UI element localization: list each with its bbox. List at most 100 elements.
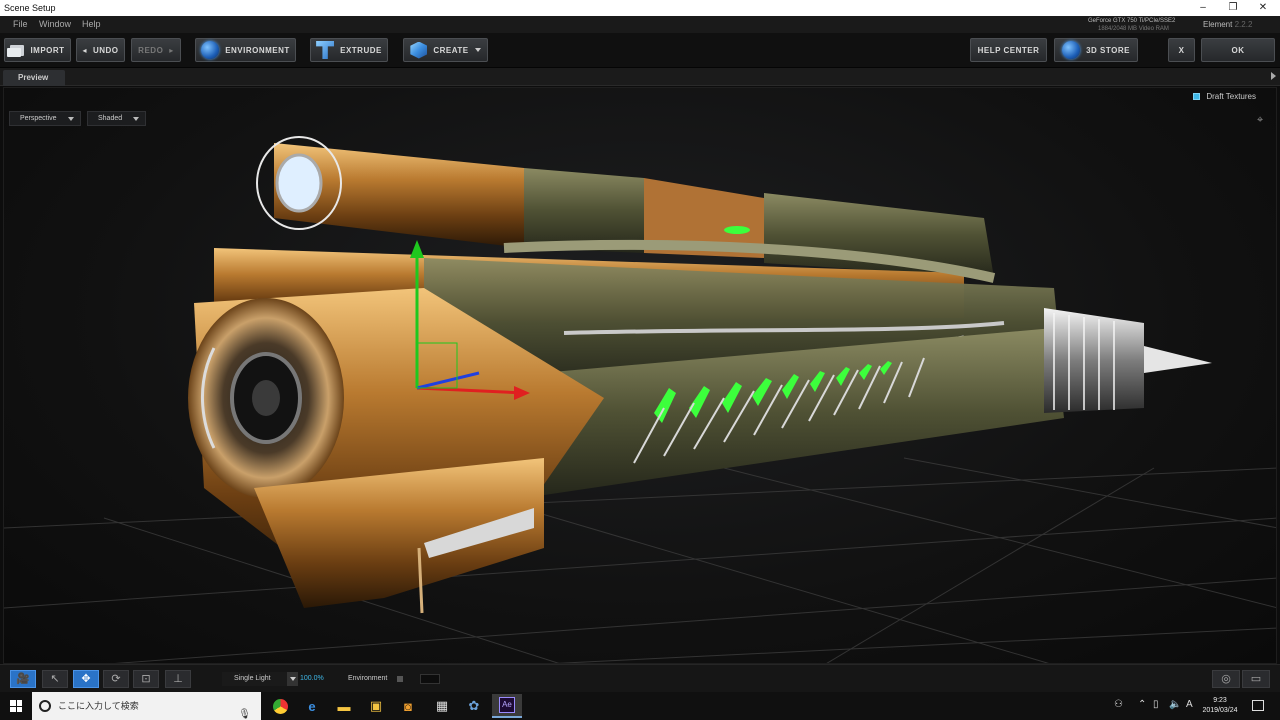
scene-render — [4, 136, 1276, 663]
environment-checkbox[interactable] — [397, 676, 403, 682]
select-tool-icon[interactable]: ↖ — [42, 670, 68, 688]
store-label: 3D STORE — [1086, 45, 1130, 55]
shading-dropdown[interactable]: Shaded — [87, 111, 146, 126]
import-label: IMPORT — [30, 45, 65, 55]
window-titlebar: Scene Setup – ❐ ✕ — [0, 0, 1280, 16]
cortana-icon — [39, 700, 51, 712]
3d-store-button[interactable]: 3D STORE — [1054, 38, 1138, 62]
calculator-icon[interactable]: ▦ — [427, 694, 457, 718]
redo-button[interactable]: REDO ▸ — [131, 38, 181, 62]
extrude-label: EXTRUDE — [340, 45, 382, 55]
after-effects-icon[interactable]: Ae — [492, 694, 522, 718]
draft-textures-label: Draft Textures — [1206, 92, 1256, 101]
chevron-up-icon[interactable]: ⌃ — [1138, 699, 1146, 710]
media-app-icon[interactable]: ✿ — [459, 694, 489, 718]
main-toolbar: IMPORT ◂ UNDO REDO ▸ ENVIRONMENT EXTRUDE… — [0, 33, 1280, 68]
store-icon[interactable]: ▣ — [361, 694, 391, 718]
clock-date: 2019/03/24 — [1202, 707, 1238, 714]
cube-icon — [410, 41, 428, 59]
chevron-down-icon — [133, 117, 139, 121]
gpu-info: GeForce GTX 750 Ti/PCIe/SSE2 1884/2048 M… — [1088, 17, 1175, 33]
camera-dropdown[interactable]: Perspective — [9, 111, 81, 126]
ok-button[interactable]: OK — [1201, 38, 1275, 62]
clock-time: 9:23 — [1213, 697, 1227, 704]
taskbar-clock[interactable]: 9:23 2019/03/24 — [1196, 696, 1244, 716]
rotate-tool-icon[interactable]: ⟳ — [103, 670, 129, 688]
draft-textures-toggle[interactable]: Draft Textures — [1193, 92, 1256, 101]
edge-icon[interactable]: e — [297, 694, 327, 718]
notification-icon[interactable] — [1252, 700, 1264, 711]
shading-value: Shaded — [98, 115, 123, 122]
environment-label: ENVIRONMENT — [225, 45, 290, 55]
ime-indicator[interactable]: A — [1186, 699, 1193, 710]
outlook-icon[interactable]: ◙ — [393, 694, 423, 718]
cancel-button[interactable]: X — [1168, 38, 1195, 62]
create-button[interactable]: CREATE — [403, 38, 488, 62]
globe-icon — [201, 41, 220, 59]
minimize-button[interactable]: – — [1188, 0, 1218, 16]
import-button[interactable]: IMPORT — [4, 38, 71, 62]
undo-arrow-icon: ◂ — [82, 45, 87, 55]
windows-logo-icon — [10, 700, 22, 712]
chevron-down-icon — [68, 117, 74, 121]
display-icon[interactable]: ▭ — [1242, 670, 1270, 688]
undo-label: UNDO — [92, 45, 119, 55]
ok-label: OK — [1231, 45, 1245, 55]
file-explorer-icon[interactable]: ▬ — [329, 694, 359, 718]
light-mode-dropdown[interactable]: Single Light — [222, 672, 298, 686]
maximize-viewport-icon[interactable]: ⌖ — [1257, 115, 1268, 126]
environment-label: Environment — [348, 675, 388, 682]
menu-bar: File Window Help GeForce GTX 750 Ti/PCIe… — [0, 16, 1280, 33]
start-button[interactable] — [0, 692, 32, 720]
product-label: Element 2.2.2 — [1203, 20, 1252, 29]
help-center-button[interactable]: HELP CENTER — [970, 38, 1047, 62]
draft-textures-checkbox[interactable] — [1193, 93, 1201, 100]
menu-window[interactable]: Window — [39, 19, 71, 29]
store-globe-icon — [1062, 41, 1081, 59]
3d-viewport[interactable]: Perspective Shaded Draft Textures ⌖ — [3, 87, 1277, 664]
product-name: Element — [1203, 20, 1233, 29]
people-icon[interactable]: ⚇ — [1114, 699, 1123, 710]
environment-swatch[interactable] — [420, 674, 440, 684]
menu-help[interactable]: Help — [82, 19, 101, 29]
window-title: Scene Setup — [4, 3, 56, 13]
axis-tool-icon[interactable]: ⊥ — [165, 670, 191, 688]
menu-file[interactable]: File — [13, 19, 28, 29]
help-center-label: HELP CENTER — [977, 45, 1040, 55]
restore-button[interactable]: ❐ — [1218, 0, 1248, 16]
import-icon — [7, 44, 25, 57]
extrude-icon — [316, 41, 335, 59]
environment-button[interactable]: ENVIRONMENT — [195, 38, 296, 62]
target-icon[interactable]: ◎ — [1212, 670, 1240, 688]
create-label: CREATE — [433, 45, 469, 55]
gpu-name: GeForce GTX 750 Ti/PCIe/SSE2 — [1088, 18, 1176, 24]
extrude-button[interactable]: EXTRUDE — [310, 38, 388, 62]
redo-arrow-icon: ▸ — [169, 45, 174, 55]
redo-label: REDO — [138, 45, 164, 55]
microphone-icon[interactable]: 🎙 — [238, 701, 251, 720]
scale-tool-icon[interactable]: ⊡ — [133, 670, 159, 688]
light-mode-value: Single Light — [234, 675, 271, 682]
gpu-vram: 1884/2048 MB Video RAM — [1098, 26, 1169, 32]
camera-value: Perspective — [20, 115, 57, 122]
light-intensity[interactable]: 100.0% — [300, 675, 324, 682]
taskbar-search[interactable]: ここに入力して検索 🎙 — [32, 692, 261, 720]
volume-icon[interactable]: 🔈 — [1169, 699, 1181, 710]
chevron-right-icon[interactable] — [1271, 72, 1276, 80]
camera-tool-icon[interactable]: 🎥 — [10, 670, 36, 688]
undo-button[interactable]: ◂ UNDO — [76, 38, 125, 62]
chrome-icon[interactable] — [265, 694, 295, 718]
chevron-down-icon — [474, 48, 481, 52]
close-window-button[interactable]: ✕ — [1248, 0, 1278, 16]
product-version: 2.2.2 — [1234, 20, 1253, 29]
viewport-bottom-bar: 🎥 ↖ ✥ ⟳ ⊡ ⊥ Single Light 100.0% Environm… — [0, 664, 1280, 692]
chevron-down-icon — [290, 677, 296, 681]
network-icon[interactable]: ▯ — [1153, 699, 1159, 710]
cancel-label: X — [1178, 45, 1185, 55]
search-placeholder: ここに入力して検索 — [58, 701, 139, 711]
preview-tab-bar: Preview — [0, 68, 1280, 86]
tab-preview[interactable]: Preview — [3, 70, 65, 86]
windows-taskbar: ここに入力して検索 🎙 e ▬ ▣ ◙ ▦ ✿ Ae ⚇ ⌃ ▯ 🔈 A 9:2… — [0, 692, 1280, 720]
floor-grid — [4, 457, 1276, 663]
move-tool-icon[interactable]: ✥ — [73, 670, 99, 688]
